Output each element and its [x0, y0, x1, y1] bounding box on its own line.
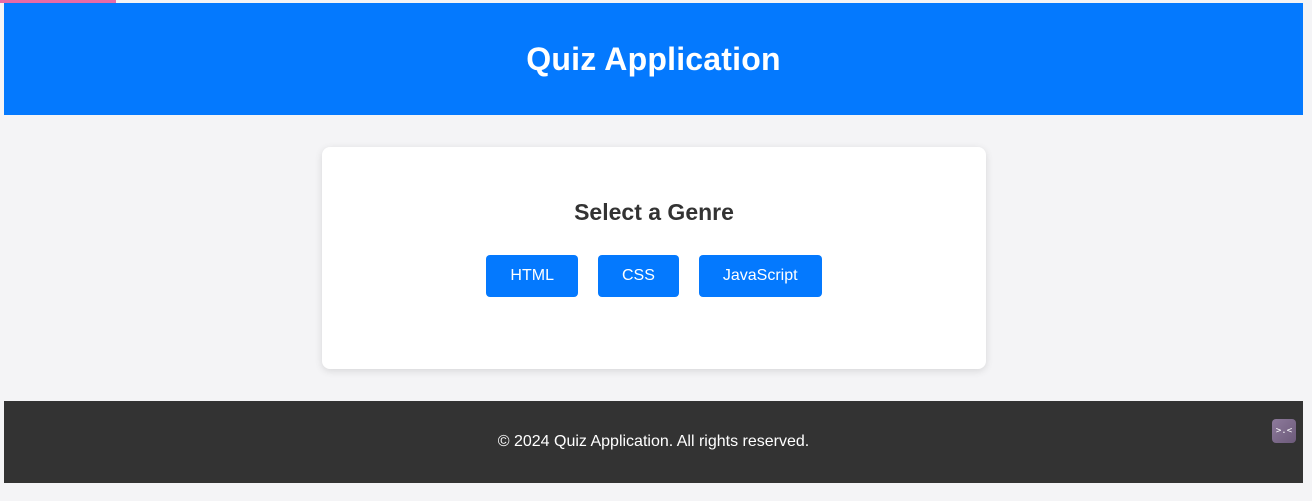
genre-button-css[interactable]: CSS	[597, 255, 679, 297]
genre-button-javascript[interactable]: JavaScript	[698, 255, 822, 297]
genre-button-group: HTML CSS JavaScript	[322, 255, 986, 297]
genre-heading: Select a Genre	[574, 199, 734, 225]
terminal-face-icon[interactable]: >.<	[1272, 419, 1296, 443]
corner-widget-glyph: >.<	[1275, 425, 1293, 436]
page: Quiz Application Select a Genre HTML CSS…	[0, 0, 1312, 501]
genre-selection-card: Select a Genre HTML CSS JavaScript	[322, 147, 986, 369]
copyright-text: © 2024 Quiz Application. All rights rese…	[497, 433, 810, 450]
app-header: Quiz Application	[4, 3, 1303, 115]
app-footer: © 2024 Quiz Application. All rights rese…	[4, 401, 1303, 483]
genre-button-html[interactable]: HTML	[486, 255, 578, 297]
app-title: Quiz Application	[526, 40, 781, 77]
